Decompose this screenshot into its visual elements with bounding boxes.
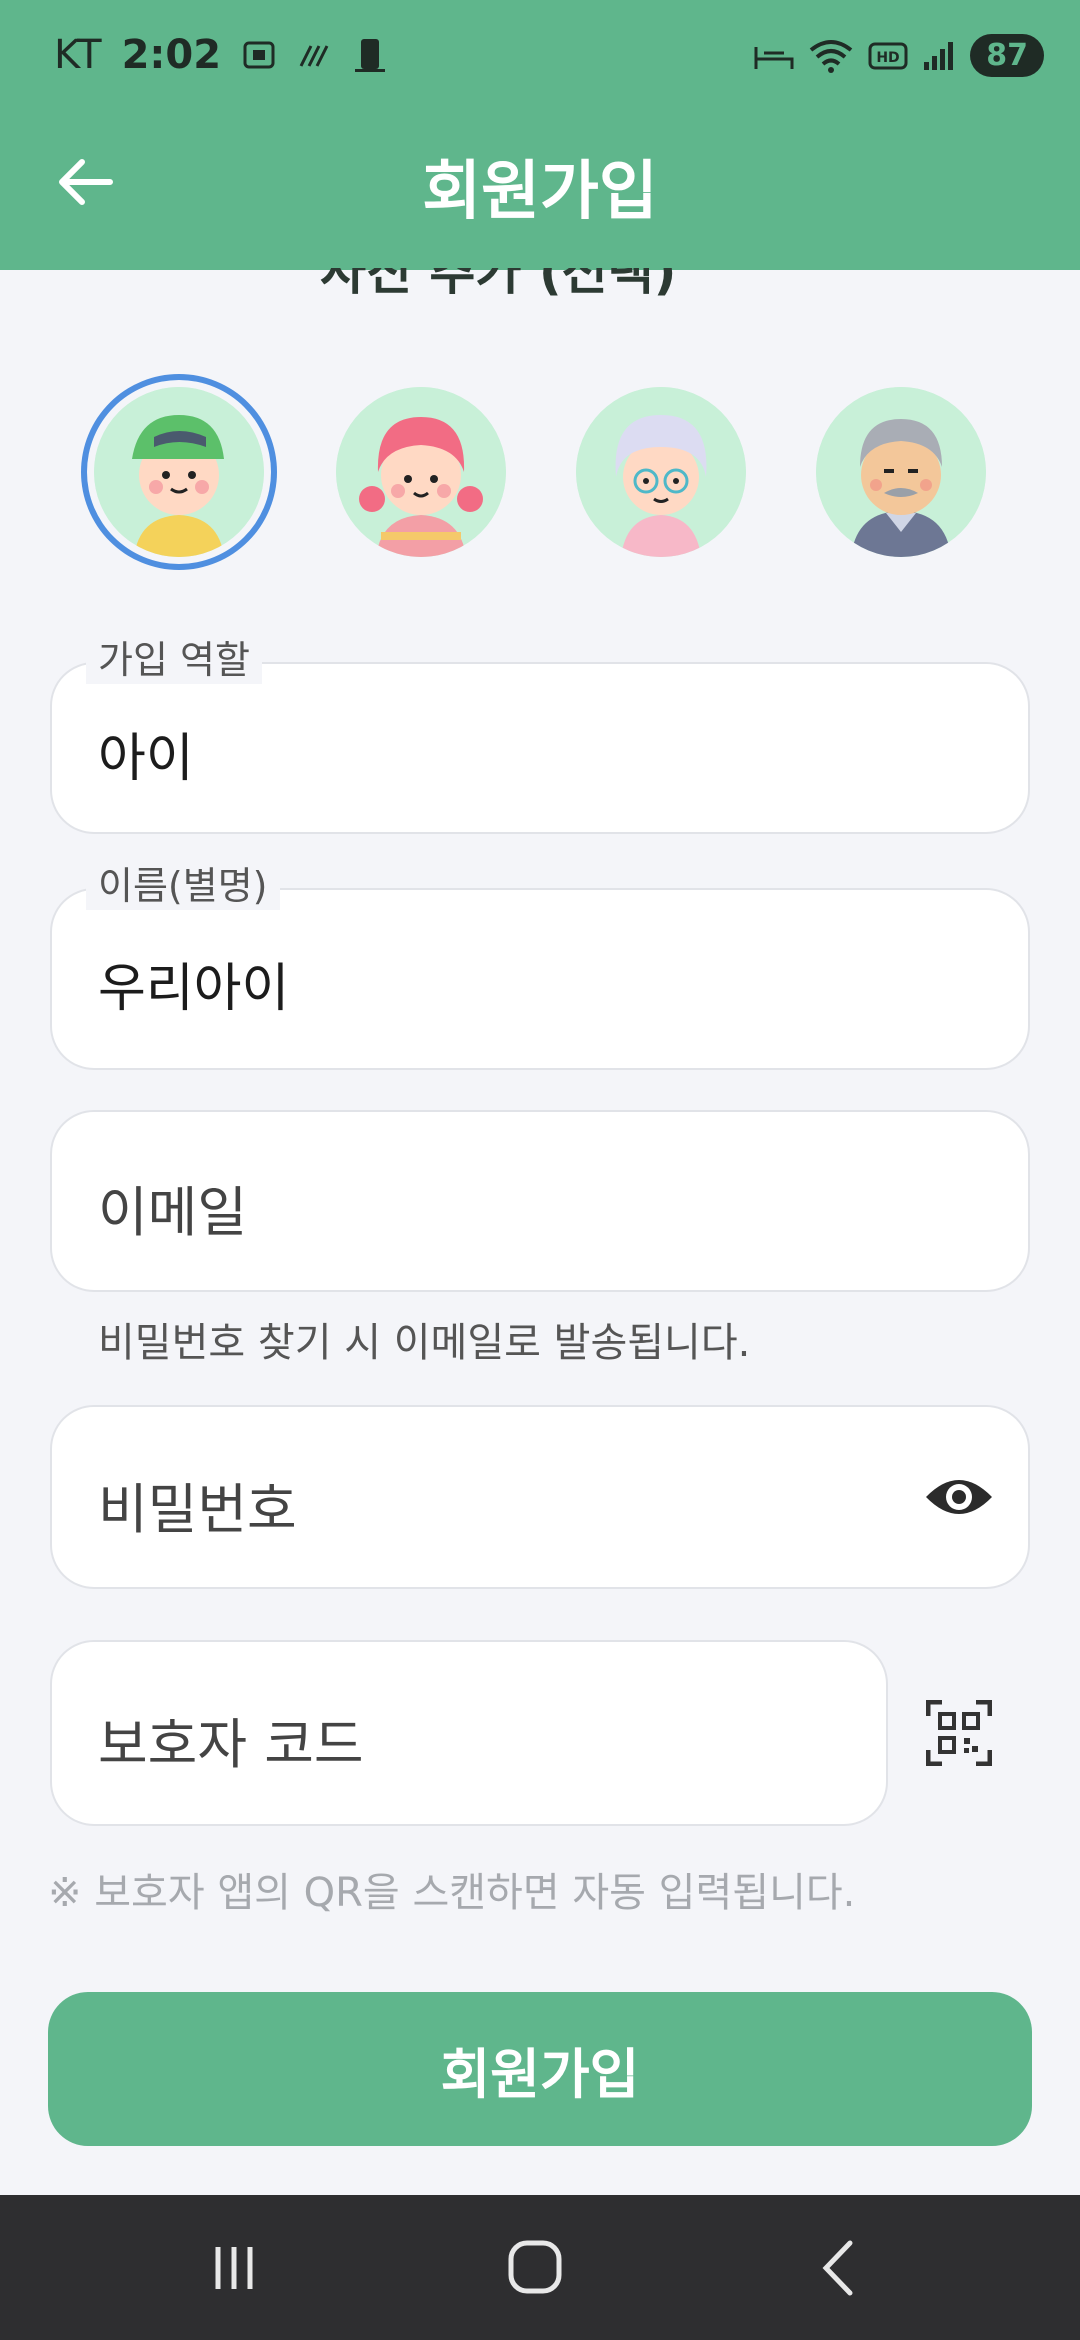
signal-icon (924, 41, 954, 70)
guardian-code-note: ※ 보호자 앱의 QR을 스캔하면 자동 입력됩니다. (48, 1870, 856, 1916)
guardian-code-field[interactable]: 보호자 코드 (50, 1640, 888, 1826)
svg-text:HD: HD (877, 50, 900, 66)
password-field-placeholder: 비밀번호 (98, 1478, 297, 1541)
recents-icon[interactable] (194, 2233, 274, 2303)
app-header: KT 2:02 HD 87 회원가입 (0, 0, 1080, 270)
role-field-label: 가입 역할 (86, 636, 262, 684)
nickname-field-value: 우리아이 (98, 959, 290, 1019)
email-helper-text: 비밀번호 찾기 시 이메일로 발송됩니다. (98, 1320, 751, 1366)
avatar-picker (0, 375, 1080, 575)
avatar-boy[interactable] (94, 387, 264, 557)
data-saver-icon (299, 45, 329, 67)
password-field[interactable]: 비밀번호 (50, 1405, 1030, 1589)
qr-scan-icon[interactable] (926, 1700, 992, 1766)
avatar-girl[interactable] (336, 387, 506, 557)
signup-button[interactable]: 회원가입 (48, 1992, 1032, 2146)
nickname-field-label: 이름(별명) (86, 862, 280, 910)
guardian-code-placeholder: 보호자 코드 (98, 1713, 364, 1776)
status-time: 2:02 (121, 32, 222, 78)
home-icon[interactable] (495, 2233, 575, 2303)
wifi-icon (810, 39, 853, 73)
email-field[interactable]: 이메일 (50, 1110, 1030, 1292)
role-field[interactable]: 가입 역할 아이 (50, 636, 1030, 834)
hd-voice-icon: HD (868, 42, 908, 69)
battery-level: 87 (970, 34, 1044, 77)
device-icon (355, 39, 386, 72)
email-field-placeholder: 이메일 (98, 1181, 248, 1244)
photo-section-label-clipped: 사진 추가 (선택) (320, 268, 677, 301)
screenshot-icon (243, 41, 275, 69)
nav-back-icon[interactable] (800, 2233, 880, 2303)
sleep-mode-icon (754, 46, 794, 69)
role-field-value: 아이 (98, 729, 194, 789)
page-title: 회원가입 (422, 155, 658, 229)
system-nav-bar (0, 2195, 1080, 2340)
status-bar: KT 2:02 HD 87 (0, 0, 1080, 115)
visibility-eye-icon[interactable] (924, 1473, 994, 1521)
avatar-grandmother[interactable] (576, 387, 746, 557)
avatar-grandfather[interactable] (816, 387, 986, 557)
nickname-field[interactable]: 이름(별명) 우리아이 (50, 862, 1030, 1070)
carrier-label: KT (54, 32, 102, 78)
